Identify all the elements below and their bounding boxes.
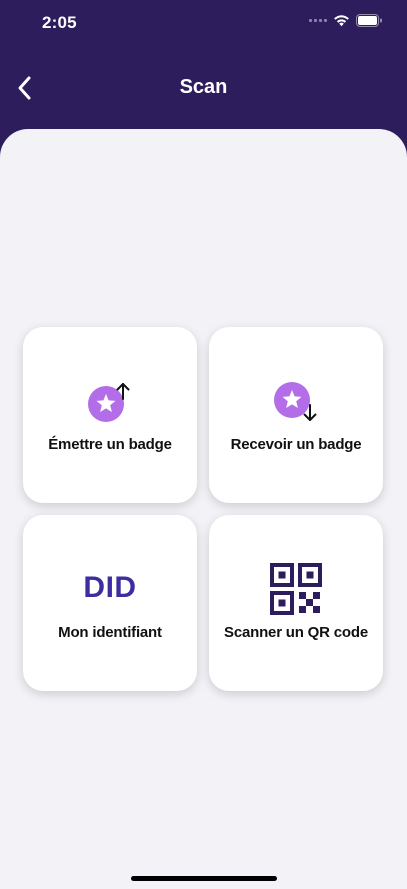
did-icon: DID — [23, 573, 197, 603]
qr-code-icon — [209, 563, 383, 615]
badge-download-icon — [209, 380, 383, 424]
scan-qr-card[interactable]: Scanner un QR code — [209, 515, 383, 691]
receive-badge-label: Recevoir un badge — [230, 436, 362, 453]
receive-badge-card[interactable]: Recevoir un badge — [209, 327, 383, 503]
emit-badge-label: Émettre un badge — [48, 436, 172, 453]
content-sheet: Émettre un badge Recevoir un badge DID M… — [0, 129, 407, 889]
battery-icon — [356, 14, 382, 27]
wifi-icon — [334, 15, 349, 27]
emit-badge-card[interactable]: Émettre un badge — [23, 327, 197, 503]
cellular-signal-icon — [309, 19, 327, 22]
home-indicator — [131, 876, 277, 881]
scan-qr-label: Scanner un QR code — [224, 624, 368, 641]
navigation-bar: Scan — [0, 60, 407, 116]
my-identifier-card[interactable]: DID Mon identifiant — [23, 515, 197, 691]
status-bar: 2:05 — [0, 0, 407, 44]
my-identifier-label: Mon identifiant — [58, 624, 162, 641]
did-icon-text: DID — [83, 571, 137, 604]
status-time: 2:05 — [42, 13, 77, 32]
status-icons — [309, 14, 383, 27]
badge-upload-icon — [23, 380, 197, 424]
page-title: Scan — [179, 76, 228, 98]
